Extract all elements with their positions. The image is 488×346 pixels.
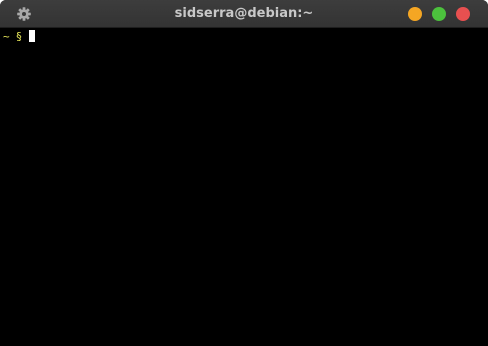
text-cursor [29, 30, 36, 42]
maximize-button[interactable] [432, 7, 446, 21]
terminal-area[interactable]: ~ § [0, 28, 488, 346]
title-bar[interactable]: sidserra@debian:~ [0, 0, 488, 28]
close-button[interactable] [456, 7, 470, 21]
minimize-button[interactable] [408, 7, 422, 21]
prompt-line: ~ § [3, 30, 36, 43]
prompt-directory: ~ [3, 30, 10, 43]
terminal-window: sidserra@debian:~ ~ § [0, 0, 488, 346]
prompt-symbol: § [15, 30, 23, 43]
